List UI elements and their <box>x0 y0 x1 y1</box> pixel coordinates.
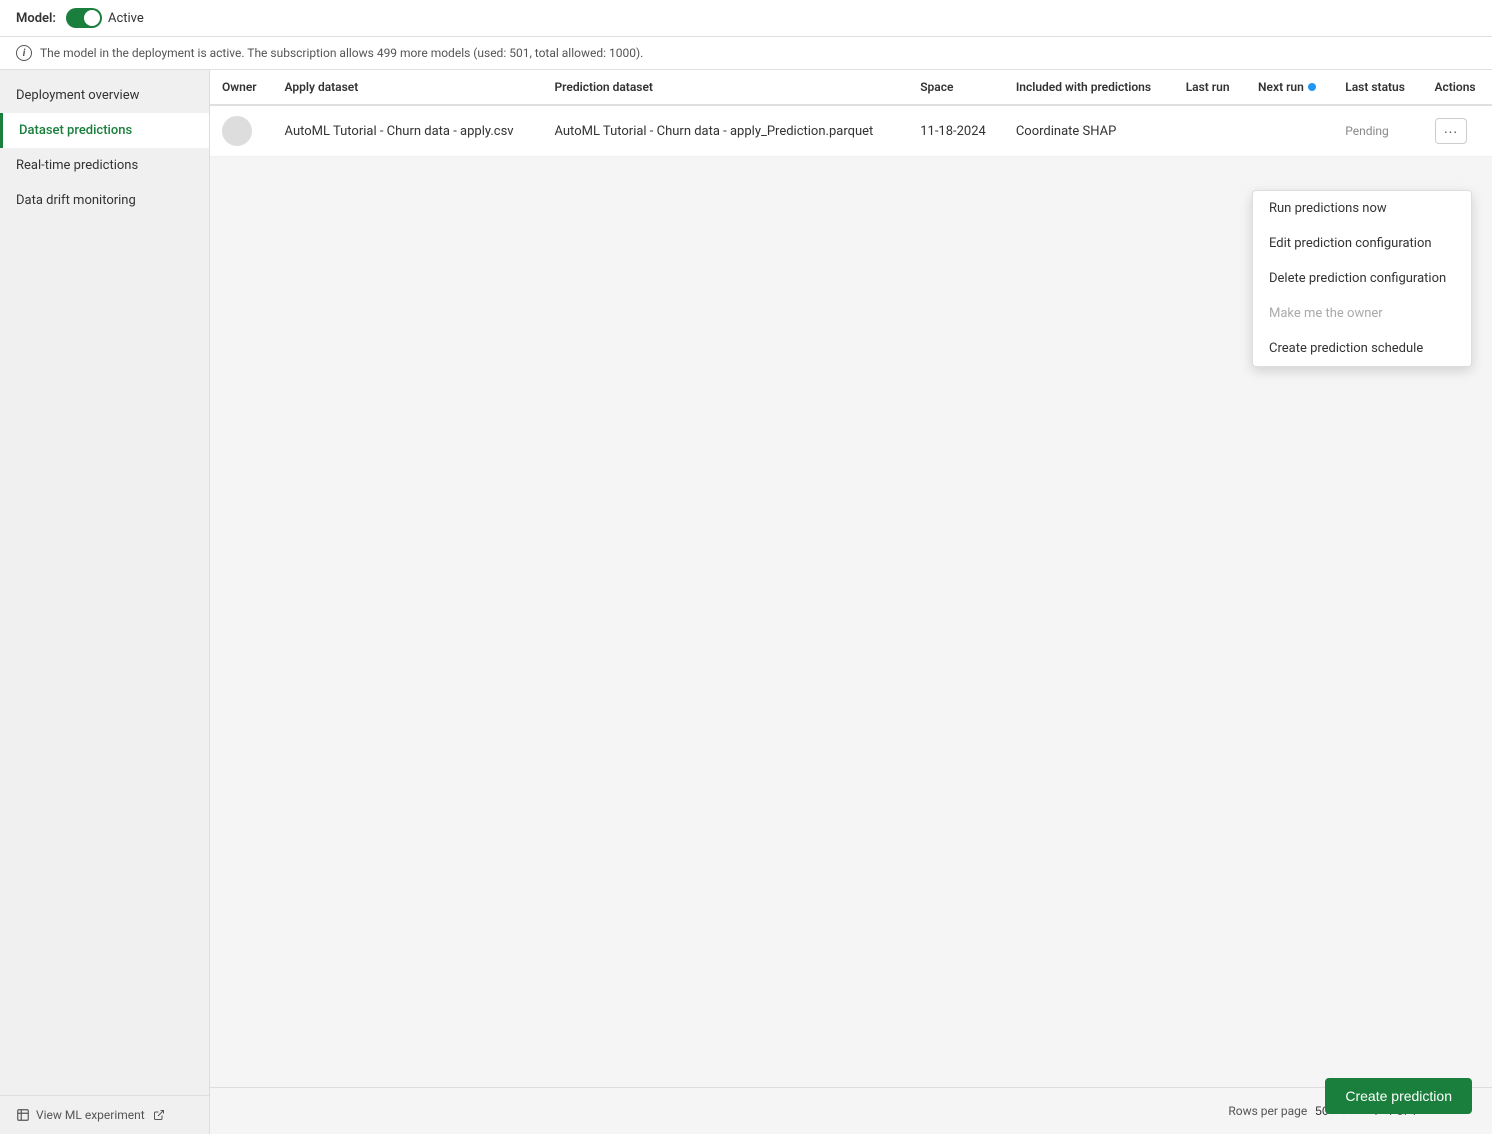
content-area: Owner Apply dataset Prediction dataset S… <box>210 70 1492 1134</box>
create-prediction-button[interactable]: Create prediction <box>1325 1078 1472 1114</box>
cell-last-status: Pending <box>1333 105 1422 157</box>
table-footer: Rows per page 50 25 100 1–1 of 1 ‹ › <box>210 1087 1492 1134</box>
dropdown-delete-prediction-config[interactable]: Delete prediction configuration <box>1253 261 1471 296</box>
top-bar: Model: Active <box>0 0 1492 37</box>
col-last-status: Last status <box>1333 70 1422 105</box>
info-bar: i The model in the deployment is active.… <box>0 37 1492 70</box>
dropdown-run-predictions-now[interactable]: Run predictions now <box>1253 191 1471 226</box>
col-prediction-dataset: Prediction dataset <box>542 70 908 105</box>
sidebar: Deployment overview Dataset predictions … <box>0 70 210 1134</box>
col-next-run: Next run <box>1246 70 1333 105</box>
predictions-table: Owner Apply dataset Prediction dataset S… <box>210 70 1492 157</box>
model-status: Active <box>108 11 144 26</box>
status-badge: Pending <box>1345 124 1389 138</box>
table-container: Owner Apply dataset Prediction dataset S… <box>210 70 1492 157</box>
sidebar-item-realtime-predictions[interactable]: Real-time predictions <box>0 148 209 183</box>
cell-last-run <box>1174 105 1246 157</box>
dropdown-edit-prediction-config[interactable]: Edit prediction configuration <box>1253 226 1471 261</box>
rows-per-page-label: Rows per page <box>1228 1104 1307 1118</box>
cell-apply-dataset: AutoML Tutorial - Churn data - apply.csv <box>273 105 543 157</box>
cell-space: 11-18-2024 <box>908 105 1004 157</box>
sidebar-nav: Deployment overview Dataset predictions … <box>0 70 210 226</box>
table-row: AutoML Tutorial - Churn data - apply.csv… <box>210 105 1492 157</box>
col-space: Space <box>908 70 1004 105</box>
experiment-icon <box>16 1108 30 1122</box>
col-included-with-predictions: Included with predictions <box>1004 70 1174 105</box>
dropdown-make-me-owner: Make me the owner <box>1253 296 1471 331</box>
cell-next-run <box>1246 105 1333 157</box>
view-ml-experiment-link[interactable]: View ML experiment <box>0 1095 209 1134</box>
model-label: Model: <box>16 11 56 26</box>
col-apply-dataset: Apply dataset <box>273 70 543 105</box>
sidebar-item-data-drift-monitoring[interactable]: Data drift monitoring <box>0 183 209 218</box>
col-owner: Owner <box>210 70 273 105</box>
actions-button[interactable]: ··· <box>1435 118 1467 144</box>
info-message: The model in the deployment is active. T… <box>40 46 643 60</box>
model-toggle[interactable] <box>66 8 102 28</box>
cell-included-with-predictions: Coordinate SHAP <box>1004 105 1174 157</box>
model-toggle-container: Active <box>66 8 144 28</box>
cell-owner <box>210 105 273 157</box>
external-link-icon <box>153 1109 165 1121</box>
sidebar-item-deployment-overview[interactable]: Deployment overview <box>0 78 209 113</box>
actions-dropdown-menu: Run predictions now Edit prediction conf… <box>1252 190 1472 367</box>
main-content: Deployment overview Dataset predictions … <box>0 70 1492 1134</box>
cell-prediction-dataset: AutoML Tutorial - Churn data - apply_Pre… <box>542 105 908 157</box>
col-actions: Actions <box>1423 70 1492 105</box>
avatar <box>222 116 252 146</box>
sidebar-item-dataset-predictions[interactable]: Dataset predictions <box>0 113 209 148</box>
next-run-dot <box>1308 83 1316 91</box>
col-last-run: Last run <box>1174 70 1246 105</box>
view-ml-experiment-label: View ML experiment <box>36 1108 145 1122</box>
dropdown-create-prediction-schedule[interactable]: Create prediction schedule <box>1253 331 1471 366</box>
info-icon: i <box>16 45 32 61</box>
cell-actions: ··· <box>1423 105 1492 157</box>
